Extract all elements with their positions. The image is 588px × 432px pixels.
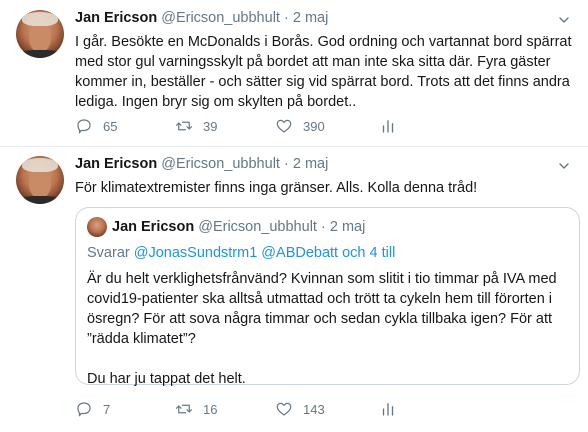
retweet-count: 16 <box>203 401 218 417</box>
like-icon <box>276 402 292 416</box>
quoted-author-name: Jan Ericson <box>112 219 195 235</box>
chevron-down-icon[interactable] <box>556 158 572 174</box>
quoted-text: Är du helt verklighetsfrånvänd? Kvinnan … <box>87 269 572 389</box>
like-count: 143 <box>303 401 325 417</box>
tweet-header: Jan Ericson @Ericson_ubbhult · 2 maj <box>75 10 328 26</box>
replying-to-prefix: Svarar <box>87 245 130 261</box>
separator-dot: · <box>283 10 289 26</box>
like-button[interactable]: 143 <box>275 400 325 418</box>
like-icon <box>276 119 292 133</box>
share-icon <box>382 403 394 416</box>
separator-dot: · <box>283 156 289 172</box>
author-name[interactable]: Jan Ericson <box>75 156 157 172</box>
tweet-text: I går. Besökte en McDonalds i Borås. God… <box>75 34 572 110</box>
quoted-tweet[interactable]: Jan Ericson @Ericson_ubbhult · 2 maj Sva… <box>75 207 580 387</box>
author-handle[interactable]: @Ericson_ubbhult <box>161 156 280 172</box>
reply-button[interactable]: 65 <box>75 117 117 135</box>
reply-count: 7 <box>103 401 111 417</box>
tweet-text: För klimatextremister finns inga gränser… <box>75 180 478 196</box>
author-name[interactable]: Jan Ericson <box>75 10 157 26</box>
reply-icon <box>77 402 91 417</box>
reply-count: 65 <box>103 118 118 134</box>
replying-to-users[interactable]: @JonasSundstrm1 @ABDebatt och 4 till <box>134 245 396 261</box>
quoted-header: Jan Ericson @Ericson_ubbhult · 2 maj <box>112 219 365 235</box>
retweet-button[interactable]: 39 <box>175 117 217 135</box>
avatar[interactable] <box>16 10 64 58</box>
author-handle[interactable]: @Ericson_ubbhult <box>161 10 280 26</box>
tweet-date[interactable]: 2 maj <box>293 156 328 172</box>
tweet-date[interactable]: 2 maj <box>293 10 328 26</box>
retweet-button[interactable]: 16 <box>175 400 217 418</box>
retweet-count: 39 <box>203 118 218 134</box>
quoted-date: 2 maj <box>329 219 366 235</box>
separator-dot: · <box>320 219 326 235</box>
retweet-icon <box>175 121 193 131</box>
quoted-text-paragraph: Är du helt verklighetsfrånvänd? Kvinnan … <box>87 271 557 347</box>
like-count: 390 <box>303 118 325 134</box>
retweet-icon <box>175 404 193 414</box>
like-button[interactable]: 390 <box>275 117 325 135</box>
chevron-down-icon[interactable] <box>556 12 572 28</box>
replying-to: Svarar @JonasSundstrm1 @ABDebatt och 4 t… <box>87 245 395 261</box>
tweet-header: Jan Ericson @Ericson_ubbhult · 2 maj <box>75 156 328 172</box>
share-button[interactable] <box>379 400 407 418</box>
share-button[interactable] <box>379 117 407 135</box>
reply-icon <box>77 119 91 134</box>
quoted-author-handle: @Ericson_ubbhult <box>198 219 317 235</box>
share-icon <box>382 120 394 133</box>
quoted-text-paragraph: Du har ju tappat det helt. <box>87 371 246 387</box>
reply-button[interactable]: 7 <box>75 400 110 418</box>
quoted-avatar <box>87 217 107 237</box>
avatar[interactable] <box>16 156 64 204</box>
tweet-actions: 65 39 390 <box>75 117 555 137</box>
tweet-actions: 7 16 143 <box>75 400 555 420</box>
tweet[interactable]: Jan Ericson @Ericson_ubbhult · 2 maj För… <box>0 147 588 432</box>
tweet[interactable]: Jan Ericson @Ericson_ubbhult · 2 maj I g… <box>0 0 588 147</box>
